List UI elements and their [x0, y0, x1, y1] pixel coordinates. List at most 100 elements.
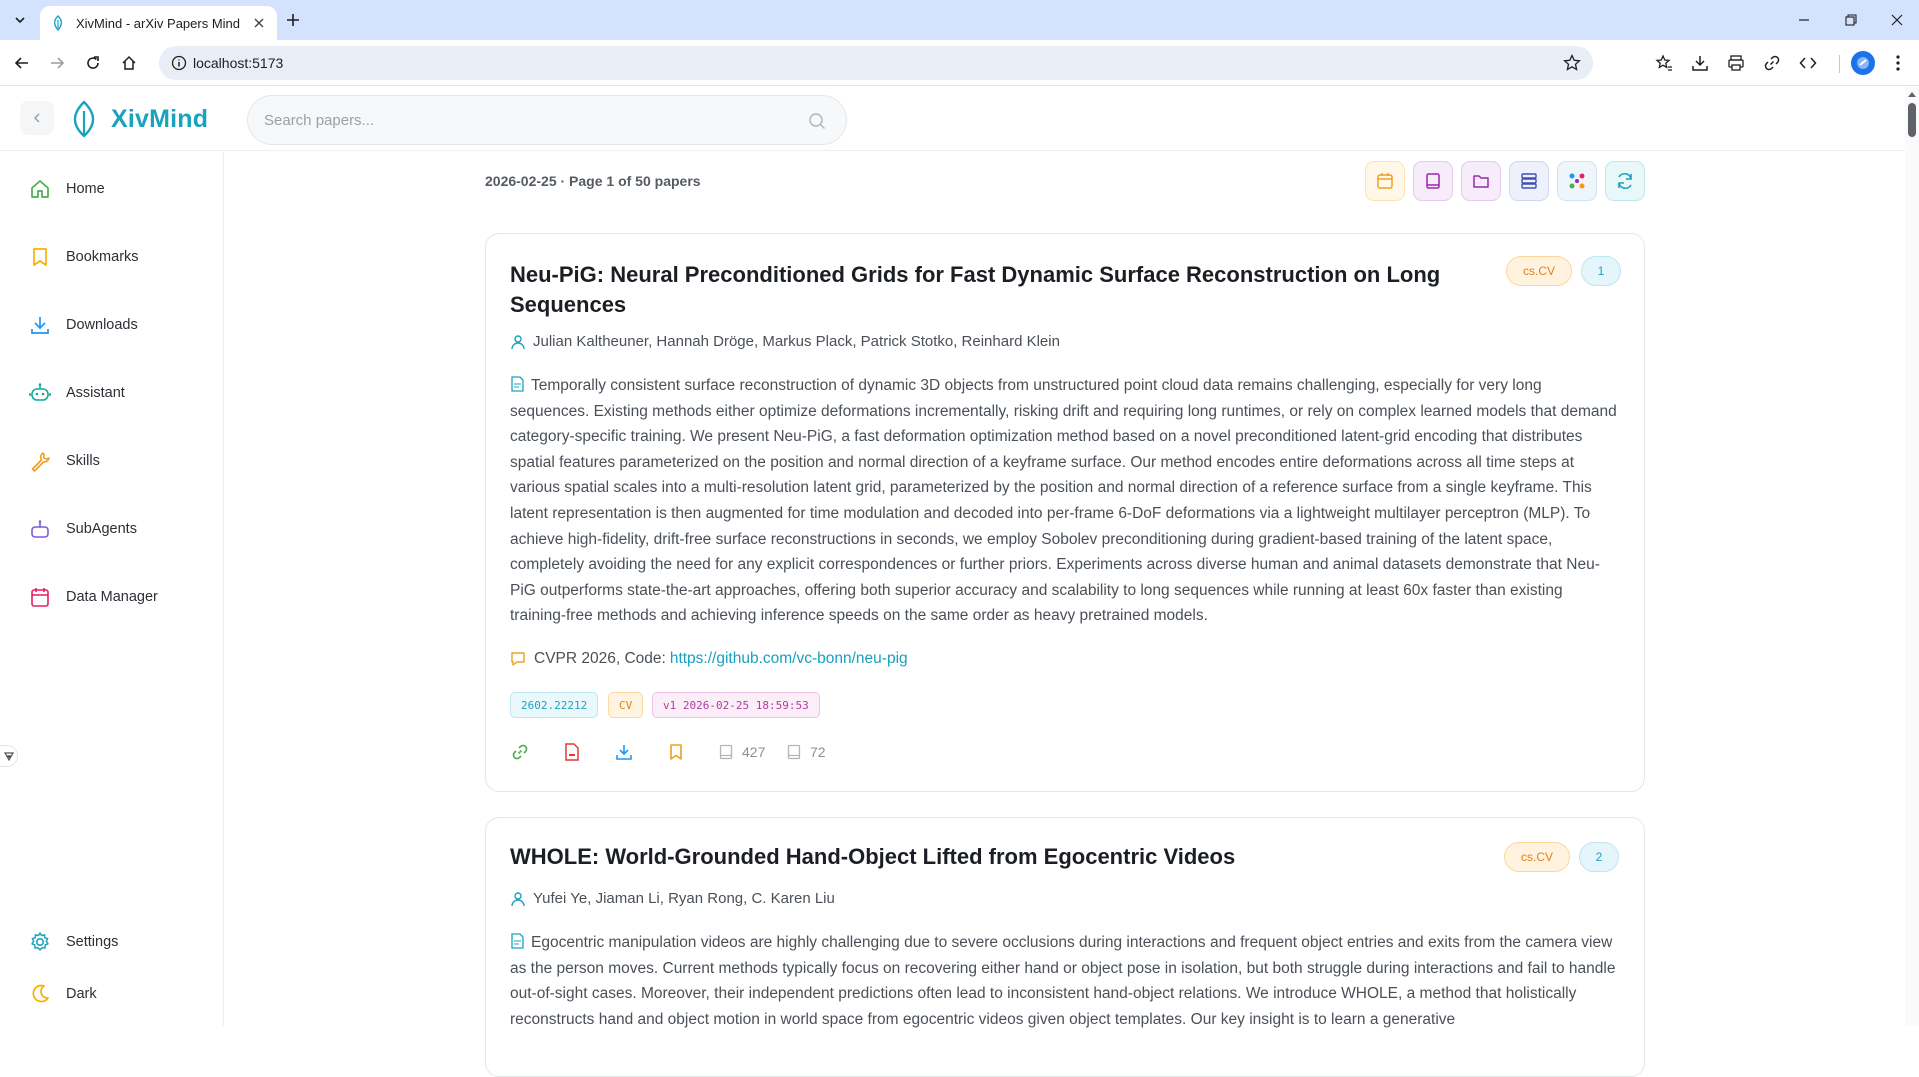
folder-view-button[interactable] — [1461, 161, 1501, 201]
paper-comment: CVPR 2026, Code: https://github.com/vc-b… — [510, 650, 908, 668]
rank-badge: 1 — [1581, 256, 1621, 286]
category-badge: cs.CV — [1504, 842, 1571, 872]
paper-title[interactable]: Neu-PiG: Neural Preconditioned Grids for… — [510, 260, 1450, 320]
paper-abstract: Temporally consistent surface reconstruc… — [510, 373, 1622, 629]
chevron-down-icon — [3, 752, 14, 761]
version-tag: v1 2026-02-25 18:59:53 — [652, 692, 820, 718]
list-icon — [1521, 173, 1537, 189]
reload-icon — [87, 56, 99, 69]
site-info-icon[interactable] — [171, 55, 187, 71]
download-icon — [28, 313, 52, 337]
scroll-up-arrow-icon[interactable] — [1906, 89, 1918, 99]
open-link-button[interactable] — [508, 740, 532, 764]
paper-authors: Yufei Ye, Jiaman Li, Ryan Rong, C. Karen… — [510, 890, 835, 907]
subagent-icon — [28, 517, 52, 541]
scrollbar-thumb[interactable] — [1908, 103, 1916, 137]
bookmark-icon — [670, 744, 682, 760]
tab-title: XivMind - arXiv Papers Mind — [76, 15, 240, 31]
home-button[interactable] — [117, 51, 141, 75]
reload-button[interactable] — [81, 51, 105, 75]
bookmark-star-icon[interactable] — [1563, 54, 1581, 72]
arxiv-id-tag[interactable]: 2602.22212 — [510, 692, 599, 718]
tab-search-button[interactable] — [8, 8, 32, 32]
wrench-icon — [28, 449, 52, 473]
search-box[interactable] — [247, 95, 847, 145]
page-scrollbar[interactable] — [1905, 87, 1919, 1026]
sidebar-item-label: Bookmarks — [66, 249, 139, 265]
sidebar-item-skills[interactable]: Skills — [16, 441, 208, 481]
app-header: XivMind — [0, 87, 1919, 151]
link-icon — [1764, 55, 1780, 71]
sidebar-item-bookmarks[interactable]: Bookmarks — [16, 237, 208, 277]
paper-card[interactable]: Neu-PiG: Neural Preconditioned Grids for… — [485, 233, 1645, 792]
calendar-icon — [28, 585, 52, 609]
user-icon — [511, 334, 525, 349]
page-icon — [719, 744, 733, 760]
code-link[interactable]: https://github.com/vc-bonn/neu-pig — [670, 650, 908, 668]
new-tab-button[interactable] — [283, 10, 303, 30]
restore-button[interactable] — [1839, 8, 1863, 32]
search-icon[interactable] — [808, 112, 826, 130]
pdf-icon — [565, 743, 579, 761]
graph-view-button[interactable] — [1557, 161, 1597, 201]
paper-title[interactable]: WHOLE: World-Grounded Hand-Object Lifted… — [510, 842, 1450, 872]
comment-icon — [511, 652, 525, 666]
star-list-icon — [1655, 54, 1672, 71]
toolbar-divider — [1839, 55, 1840, 73]
code-icon — [1799, 57, 1817, 69]
bookmark-icon — [28, 245, 52, 269]
favorites-button[interactable] — [1652, 51, 1676, 75]
forward-button[interactable] — [45, 51, 69, 75]
paper-card[interactable]: WHOLE: World-Grounded Hand-Object Lifted… — [485, 817, 1645, 1077]
refresh-button[interactable] — [1605, 161, 1645, 201]
sidebar-item-downloads[interactable]: Downloads — [16, 305, 208, 345]
list-view-button[interactable] — [1509, 161, 1549, 201]
bookmark-paper-button[interactable] — [664, 740, 688, 764]
page-count: 427 — [742, 744, 766, 760]
address-bar[interactable]: localhost:5173 — [159, 46, 1593, 80]
sidebar-item-assistant[interactable]: Assistant — [16, 373, 208, 413]
page-count-stat: 427 — [718, 744, 765, 760]
theme-toggle[interactable]: Dark — [16, 974, 208, 1014]
close-tab-icon[interactable] — [251, 15, 267, 31]
settings-label: Settings — [66, 934, 119, 950]
brand-name: XivMind — [111, 105, 209, 133]
sidebar-item-label: Downloads — [66, 317, 138, 333]
leaf-favicon-icon — [53, 15, 63, 31]
browser-menu-button[interactable] — [1886, 51, 1910, 75]
minimize-button[interactable] — [1792, 8, 1816, 32]
sidebar-item-label: Home — [66, 181, 105, 197]
sidebar-item-label: Assistant — [66, 385, 125, 401]
calendar-view-button[interactable] — [1365, 161, 1405, 201]
sidebar-item-subagents[interactable]: SubAgents — [16, 509, 208, 549]
close-window-button[interactable] — [1885, 8, 1909, 32]
reference-count: 72 — [810, 744, 826, 760]
sidebar-item-settings[interactable]: Settings — [16, 922, 208, 962]
graph-icon — [1569, 173, 1585, 189]
chevron-down-icon — [15, 17, 25, 24]
collapse-sidebar-button[interactable] — [20, 101, 54, 135]
profile-avatar[interactable] — [1851, 51, 1875, 75]
sidebar-item-data-manager[interactable]: Data Manager — [16, 577, 208, 617]
print-button[interactable] — [1724, 51, 1748, 75]
downloads-button[interactable] — [1688, 51, 1712, 75]
robot-icon — [28, 381, 52, 405]
category-badge: cs.CV — [1506, 256, 1573, 286]
search-input[interactable] — [264, 108, 784, 132]
copy-link-button[interactable] — [1760, 51, 1784, 75]
rank-badge: 2 — [1579, 842, 1619, 872]
open-pdf-button[interactable] — [560, 740, 584, 764]
sidebar-item-home[interactable]: Home — [16, 169, 208, 209]
browser-tab[interactable]: XivMind - arXiv Papers Mind — [40, 6, 277, 40]
link-icon — [512, 744, 528, 760]
devtools-button[interactable] — [1796, 51, 1820, 75]
reference-count-stat: 72 — [786, 744, 826, 760]
download-paper-button[interactable] — [612, 740, 636, 764]
document-icon — [511, 376, 524, 392]
document-icon — [511, 933, 524, 949]
printer-icon — [1728, 55, 1744, 71]
book-icon — [1426, 173, 1440, 189]
bookmarks-view-button[interactable] — [1413, 161, 1453, 201]
plus-icon — [287, 14, 299, 26]
back-button[interactable] — [10, 51, 34, 75]
